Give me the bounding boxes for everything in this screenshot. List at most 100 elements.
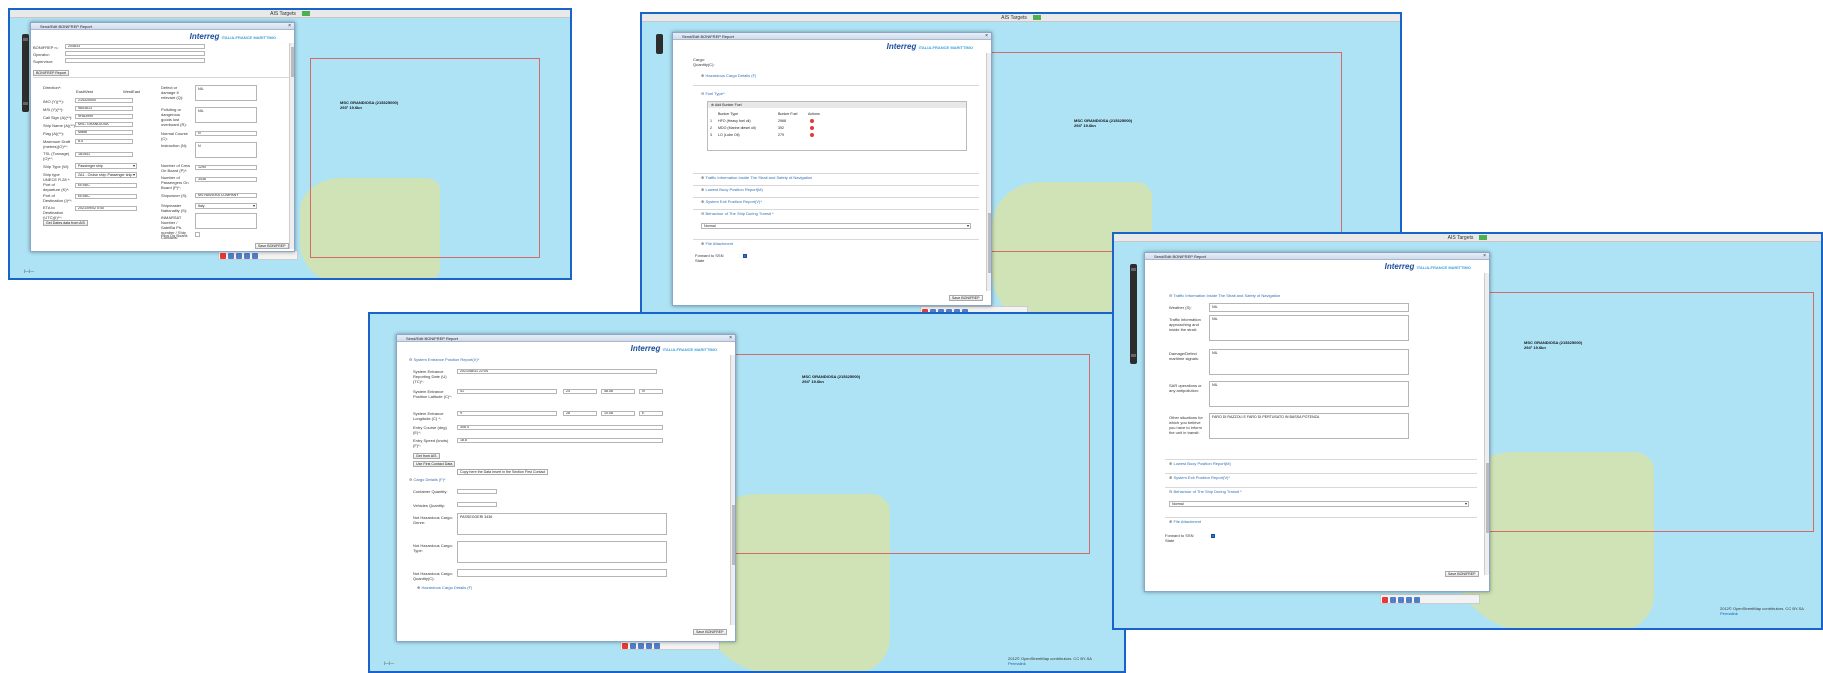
lon-sec-input[interactable]: 10.08	[601, 411, 635, 416]
add-bunker-fuel-button[interactable]: ⊕ Add Bunker Fuel	[708, 102, 966, 108]
dialog-scrollbar[interactable]	[289, 43, 294, 249]
tool-icon-5[interactable]	[252, 253, 258, 259]
behaviour-select[interactable]: Normal	[701, 223, 971, 229]
tool-icon-4-1[interactable]	[1382, 597, 1388, 603]
fuel-section-toggle[interactable]: ⊖ Fuel Type*	[701, 91, 725, 96]
lowest-buoy-toggle[interactable]: ⊕ Lowest Buoy Position Report(M)	[701, 187, 763, 192]
pilot-checkbox[interactable]	[195, 232, 200, 237]
port-destination-input[interactable]: EEVAC	[75, 194, 137, 199]
nhaz-genre-textarea[interactable]: PASSEGGERI 3436	[457, 513, 667, 535]
zoom-in-icon-4[interactable]	[1131, 268, 1136, 271]
lon-deg-input[interactable]: 9	[457, 411, 557, 416]
zoom-control-2[interactable]	[656, 34, 663, 54]
inmarsat-textarea[interactable]	[195, 213, 257, 229]
dialog-scrollbar-2[interactable]	[986, 53, 991, 291]
cargo-section-toggle[interactable]: ⊖ Cargo Details (F)*	[409, 477, 445, 482]
permalink-link-3[interactable]: Permalink	[1008, 661, 1026, 666]
tool-icon-4-4[interactable]	[1406, 597, 1412, 603]
close-icon[interactable]: ×	[288, 23, 291, 30]
fuel-row-1-delete-icon[interactable]	[810, 119, 814, 124]
tool-icon-1[interactable]	[220, 253, 226, 259]
bonifrep-input[interactable]: 204633	[65, 44, 205, 49]
lon-min-input[interactable]: 28	[563, 411, 597, 416]
tool-icon-4-5[interactable]	[1414, 597, 1420, 603]
system-exit-toggle-4[interactable]: ⊕ System Exit Position Report(V)*	[1169, 475, 1230, 480]
save-bonifrep-button-4[interactable]: Save BONIFREP	[1445, 571, 1479, 577]
flag-input[interactable]: Malta	[75, 130, 133, 135]
tool-icon-3-5[interactable]	[654, 643, 660, 649]
entry-speed-input[interactable]: 18.6	[457, 438, 663, 443]
lat-min-input[interactable]: 24	[563, 389, 597, 394]
nhaz-type-textarea[interactable]	[457, 541, 667, 563]
lon-hem-input[interactable]: E	[639, 411, 663, 416]
crew-input[interactable]: 1290	[195, 165, 257, 170]
system-entrance-toggle[interactable]: ⊖ System Entrance Position Report(X)*	[409, 357, 479, 362]
tool-icon-3-4[interactable]	[646, 643, 652, 649]
radio-eastwest[interactable]: EastWest	[76, 89, 93, 94]
port-departure-input[interactable]: EEVAC	[75, 183, 137, 188]
entry-course-input[interactable]: 306.4	[457, 425, 663, 430]
get-from-ais-button[interactable]: Get from AIS	[413, 453, 440, 459]
other-textarea[interactable]: FARO DI RAZZOLI E FARO DI PERTUSATO IN B…	[1209, 413, 1409, 439]
ship-label-4[interactable]: MSC GRANDIOSA (215325000) 294° 19.6kn	[1524, 340, 1582, 350]
tool-icon-4[interactable]	[244, 253, 250, 259]
shipname-input[interactable]: MSC GRANDIOSA	[75, 122, 133, 127]
defect-textarea[interactable]: NIL	[195, 85, 257, 101]
nationality-select[interactable]: Italy	[195, 203, 257, 209]
supervisor-input[interactable]	[65, 58, 205, 63]
permalink-link-4[interactable]: Permalink	[1720, 611, 1738, 616]
first-contact-button[interactable]: Use First Contact Data	[413, 461, 456, 467]
rep-date-input[interactable]: 2021/08/31 22:04	[457, 369, 657, 374]
traffic-section-toggle-4[interactable]: ⊖ Traffic Information Inside The Strait …	[1169, 293, 1280, 298]
ship-label-3[interactable]: MSC GRANDIOSA (215325000) 294° 19.6kn	[802, 374, 860, 384]
close-icon-3[interactable]: ×	[729, 335, 732, 342]
zoom-slider[interactable]	[22, 34, 29, 112]
tool-icon-2[interactable]	[228, 253, 234, 259]
instruction-textarea[interactable]: N	[195, 142, 257, 158]
zoom-out-icon[interactable]	[23, 102, 28, 105]
save-bonifrep-button[interactable]: Save BONIFREP	[255, 243, 289, 249]
mmsi-input[interactable]: 9803613	[75, 106, 133, 111]
behaviour-toggle-4[interactable]: ⊖ Behaviour of The Ship During Transit *	[1169, 489, 1242, 494]
polluting-textarea[interactable]: NIL	[195, 107, 257, 123]
radio-westeast[interactable]: WestEast	[123, 89, 140, 94]
save-bonifrep-button-2[interactable]: Save BONIFREP	[949, 295, 983, 301]
lat-hem-input[interactable]: N	[639, 389, 663, 394]
attachment-toggle[interactable]: ⊕ File Attachment	[701, 241, 733, 246]
dialog-scrollbar-3[interactable]	[730, 355, 735, 625]
container-input[interactable]	[457, 489, 497, 494]
zoom-out-icon-4[interactable]	[1131, 354, 1136, 357]
behaviour-select-4[interactable]: Normal	[1169, 501, 1469, 507]
close-icon-4[interactable]: ×	[1483, 253, 1486, 260]
forward-checkbox-4[interactable]	[1211, 534, 1215, 540]
damage-textarea[interactable]: NIL	[1209, 349, 1409, 375]
operator-input[interactable]	[65, 51, 205, 56]
attachment-toggle-4[interactable]: ⊕ File Attachment	[1169, 519, 1201, 524]
tool-icon-3[interactable]	[236, 253, 242, 259]
draft-input[interactable]: 8.5	[75, 139, 133, 144]
fuel-row-2-delete-icon[interactable]	[810, 126, 814, 131]
fuel-row-3-delete-icon[interactable]	[810, 133, 814, 138]
ais-icon[interactable]	[301, 11, 310, 17]
tool-icon-3-1[interactable]	[622, 643, 628, 649]
tool-icon-4-3[interactable]	[1398, 597, 1404, 603]
ship-label[interactable]: MSC GRANDIOSA (215325000) 293° 19.6kn	[340, 100, 398, 110]
eta-input[interactable]: 2021/09/02 5:40	[75, 206, 137, 211]
callsign-input[interactable]: 9HA3999	[75, 114, 133, 119]
traffic-section-toggle[interactable]: ⊕ Traffic Information Inside The Strait …	[701, 175, 812, 180]
hazardous-section-toggle[interactable]: ⊕ Hazardous Cargo Details (F)	[701, 73, 756, 78]
behaviour-toggle[interactable]: ⊖ Behaviour of The Ship During Transit *	[701, 211, 774, 216]
ship-label-2[interactable]: MSC GRANDIOSA (215325000) 294° 19.6kn	[1074, 118, 1132, 128]
shiptype-select[interactable]: Passenger ship	[75, 163, 137, 169]
save-bonifrep-button-3[interactable]: Save BONIFREP	[693, 629, 727, 635]
close-icon-2[interactable]: ×	[985, 33, 988, 40]
dialog-scrollbar-4[interactable]	[1484, 273, 1489, 575]
zoom-in-icon[interactable]	[23, 38, 28, 41]
lat-deg-input[interactable]: 41	[457, 389, 557, 394]
course-input[interactable]: N	[195, 131, 257, 136]
lat-sec-input[interactable]: 48.06	[601, 389, 635, 394]
vehicles-input[interactable]	[457, 502, 497, 507]
traffic-info-textarea[interactable]: NIL	[1209, 315, 1409, 341]
pax-input[interactable]: 3436	[195, 177, 257, 182]
zoom-slider-4[interactable]	[1130, 264, 1137, 364]
